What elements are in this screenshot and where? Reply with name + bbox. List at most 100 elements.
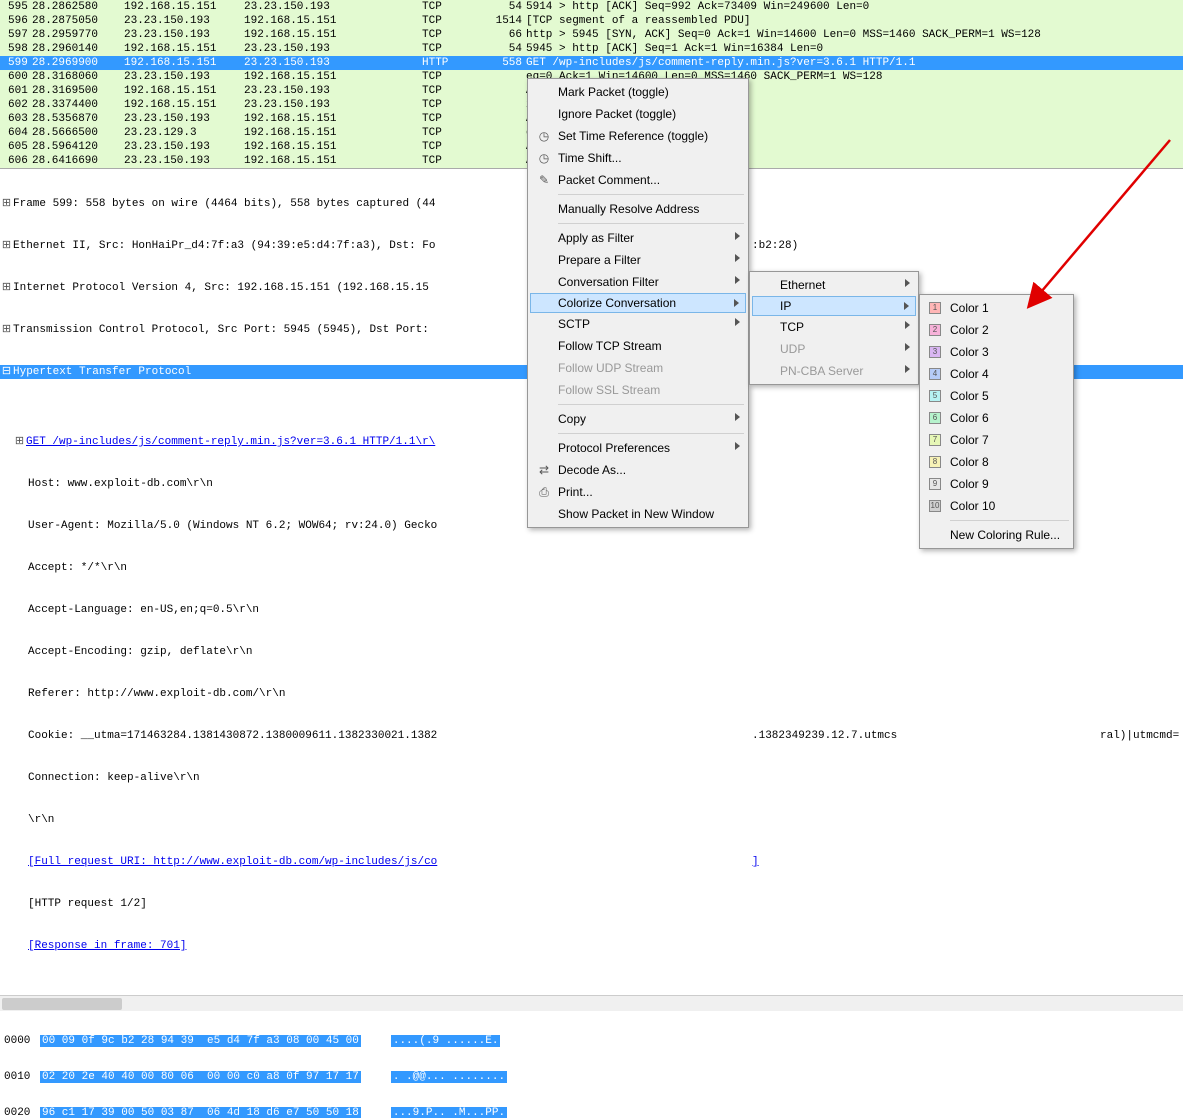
- submenu-tcp[interactable]: TCP: [752, 316, 916, 338]
- hex-offset: 0010: [0, 1071, 40, 1083]
- color-swatch-icon: 8: [929, 456, 941, 468]
- ethernet-tail: :b2:28): [752, 239, 798, 253]
- chevron-right-icon: [904, 302, 909, 310]
- http-response-frame[interactable]: [Response in frame: 701]: [28, 939, 186, 953]
- menu-separator: [558, 404, 744, 405]
- color-option-4[interactable]: 4Color 4: [922, 363, 1071, 385]
- http-user-agent: User-Agent: Mozilla/5.0 (Windows NT 6.2;…: [28, 519, 437, 533]
- hex-offset: 0020: [0, 1107, 40, 1118]
- http-full-uri[interactable]: [Full request URI: http://www.exploit-db…: [28, 855, 437, 869]
- color-swatch-icon: 9: [929, 478, 941, 490]
- http-request-line[interactable]: GET /wp-includes/js/comment-reply.min.js…: [26, 435, 435, 449]
- menu-follow-ssl-stream: Follow SSL Stream: [530, 379, 746, 401]
- chevron-right-icon: [905, 321, 910, 329]
- http-accept-language: Accept-Language: en-US,en;q=0.5\r\n: [28, 603, 259, 617]
- color-option-2[interactable]: 2Color 2: [922, 319, 1071, 341]
- chevron-right-icon: [735, 442, 740, 450]
- collapse-icon[interactable]: ⊟: [0, 365, 13, 379]
- chevron-right-icon: [735, 413, 740, 421]
- http-connection: Connection: keep-alive\r\n: [28, 771, 200, 785]
- hex-ascii: ....(.9 ......E.: [391, 1035, 501, 1047]
- menu-manually-resolve[interactable]: Manually Resolve Address: [530, 198, 746, 220]
- hex-bytes: 02 20 2e 40 40 00 80 06 00 00 c0 a8 0f 9…: [40, 1071, 361, 1083]
- hex-bytes: 00 09 0f 9c b2 28 94 39 e5 d4 7f a3 08 0…: [40, 1035, 361, 1047]
- color-swatch-icon: 10: [929, 500, 941, 512]
- chevron-right-icon: [905, 365, 910, 373]
- submenu-pn-cba: PN-CBA Server: [752, 360, 916, 382]
- http-accept-encoding: Accept-Encoding: gzip, deflate\r\n: [28, 645, 252, 659]
- menu-separator: [558, 433, 744, 434]
- menu-follow-tcp-stream[interactable]: Follow TCP Stream: [530, 335, 746, 357]
- menu-decode-as[interactable]: ⇄Decode As...: [530, 459, 746, 481]
- http-full-uri-tail[interactable]: ]: [752, 855, 759, 869]
- menu-apply-as-filter[interactable]: Apply as Filter: [530, 227, 746, 249]
- http-accept: Accept: */*\r\n: [28, 561, 127, 575]
- packet-row[interactable]: 59828.2960140192.168.15.15123.23.150.193…: [0, 42, 1183, 56]
- expand-icon[interactable]: ⊞: [0, 281, 13, 295]
- packet-row[interactable]: 59728.295977023.23.150.193192.168.15.151…: [0, 28, 1183, 42]
- http-host: Host: www.exploit-db.com\r\n: [28, 477, 213, 491]
- color-option-1[interactable]: 1Color 1: [922, 297, 1071, 319]
- menu-sctp[interactable]: SCTP: [530, 313, 746, 335]
- submenu-ethernet[interactable]: Ethernet: [752, 274, 916, 296]
- menu-follow-udp-stream: Follow UDP Stream: [530, 357, 746, 379]
- color-swatch-icon: 4: [929, 368, 941, 380]
- color-option-8[interactable]: 8Color 8: [922, 451, 1071, 473]
- print-icon: ⎙: [536, 484, 552, 500]
- ip-summary: Internet Protocol Version 4, Src: 192.16…: [13, 281, 429, 295]
- http-cookie-mid: .1382349239.12.7.utmcs: [752, 729, 897, 743]
- color-option-9[interactable]: 9Color 9: [922, 473, 1071, 495]
- comment-icon: ✎: [536, 172, 552, 188]
- color-swatch-icon: 3: [929, 346, 941, 358]
- color-swatch-icon: 2: [929, 324, 941, 336]
- menu-show-packet-new-window[interactable]: Show Packet in New Window: [530, 503, 746, 525]
- chevron-right-icon: [735, 254, 740, 262]
- hex-ascii: . .@@... ........: [391, 1071, 507, 1083]
- chevron-right-icon: [735, 232, 740, 240]
- color-submenu[interactable]: 1Color 12Color 23Color 34Color 45Color 5…: [919, 294, 1074, 549]
- color-option-5[interactable]: 5Color 5: [922, 385, 1071, 407]
- expand-icon[interactable]: ⊞: [0, 197, 13, 211]
- hex-pane[interactable]: 000000 09 0f 9c b2 28 94 39 e5 d4 7f a3 …: [0, 1011, 1183, 1118]
- expand-icon[interactable]: ⊞: [0, 323, 13, 337]
- submenu-ip[interactable]: IP: [752, 296, 916, 316]
- clock-icon: ◷: [536, 128, 552, 144]
- menu-protocol-preferences[interactable]: Protocol Preferences: [530, 437, 746, 459]
- menu-separator: [950, 520, 1069, 521]
- packet-context-menu[interactable]: Mark Packet (toggle) Ignore Packet (togg…: [527, 78, 749, 528]
- menu-print[interactable]: ⎙Print...: [530, 481, 746, 503]
- packet-row[interactable]: 59928.2969900192.168.15.15123.23.150.193…: [0, 56, 1183, 70]
- color-option-7[interactable]: 7Color 7: [922, 429, 1071, 451]
- packet-row[interactable]: 59628.287505023.23.150.193192.168.15.151…: [0, 14, 1183, 28]
- menu-set-time-reference[interactable]: ◷Set Time Reference (toggle): [530, 125, 746, 147]
- color-option-3[interactable]: 3Color 3: [922, 341, 1071, 363]
- hex-bytes: 96 c1 17 39 00 50 03 87 06 4d 18 d6 e7 5…: [40, 1107, 361, 1118]
- menu-time-shift[interactable]: ◷Time Shift...: [530, 147, 746, 169]
- menu-colorize-conversation[interactable]: Colorize Conversation: [530, 293, 746, 313]
- chevron-right-icon: [734, 299, 739, 307]
- color-option-6[interactable]: 6Color 6: [922, 407, 1071, 429]
- expand-icon[interactable]: ⊞: [0, 239, 13, 253]
- color-swatch-icon: 5: [929, 390, 941, 402]
- color-option-10[interactable]: 10Color 10: [922, 495, 1071, 517]
- http-header: Hypertext Transfer Protocol: [13, 365, 191, 379]
- menu-separator: [558, 194, 744, 195]
- colorize-submenu[interactable]: Ethernet IP TCP UDP PN-CBA Server: [749, 271, 919, 385]
- packet-row[interactable]: 59528.2862580192.168.15.15123.23.150.193…: [0, 0, 1183, 14]
- menu-mark-packet[interactable]: Mark Packet (toggle): [530, 81, 746, 103]
- clock-icon: ◷: [536, 150, 552, 166]
- expand-icon[interactable]: ⊞: [13, 435, 26, 449]
- color-swatch-icon: 1: [929, 302, 941, 314]
- menu-copy[interactable]: Copy: [530, 408, 746, 430]
- menu-prepare-a-filter[interactable]: Prepare a Filter: [530, 249, 746, 271]
- chevron-right-icon: [735, 276, 740, 284]
- http-cookie: Cookie: __utma=171463284.1381430872.1380…: [28, 729, 437, 743]
- http-referer: Referer: http://www.exploit-db.com/\r\n: [28, 687, 285, 701]
- menu-new-coloring-rule[interactable]: New Coloring Rule...: [922, 524, 1071, 546]
- horizontal-scrollbar[interactable]: [0, 995, 1183, 1011]
- menu-packet-comment[interactable]: ✎Packet Comment...: [530, 169, 746, 191]
- menu-ignore-packet[interactable]: Ignore Packet (toggle): [530, 103, 746, 125]
- chevron-right-icon: [905, 343, 910, 351]
- menu-conversation-filter[interactable]: Conversation Filter: [530, 271, 746, 293]
- hex-ascii: ...9.P.. .M...PP.: [391, 1107, 507, 1118]
